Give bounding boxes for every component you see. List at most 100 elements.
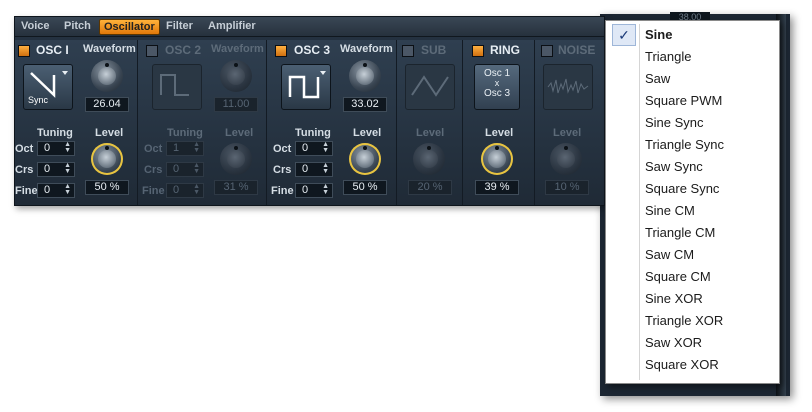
osc3-crs-spinner[interactable]: 0 ▲ ▼ bbox=[295, 162, 333, 177]
osc2-panel: OSC 2 Waveform 11.00 Tuning Level Oct Cr… bbox=[138, 40, 267, 205]
osc1-level-label: Level bbox=[95, 127, 124, 139]
osc1-tuning-label: Tuning bbox=[37, 127, 73, 139]
osc3-level-knob[interactable] bbox=[349, 143, 381, 175]
noise-waveform-display bbox=[543, 64, 593, 110]
menu-item-saw-xor[interactable]: Saw XOR bbox=[606, 332, 777, 353]
menu-item-square-pwm[interactable]: Square PWM bbox=[606, 90, 777, 111]
sub-level-value[interactable]: 20 % bbox=[408, 180, 452, 195]
square-wave-icon bbox=[288, 71, 326, 99]
noise-level-value[interactable]: 10 % bbox=[545, 180, 589, 195]
osc3-enable-toggle[interactable] bbox=[275, 45, 287, 57]
osc3-waveform-label: Waveform bbox=[340, 43, 393, 55]
osc2-enable-toggle[interactable] bbox=[146, 45, 158, 57]
sub-enable-toggle[interactable] bbox=[402, 45, 414, 57]
menu-item-saw[interactable]: Saw bbox=[606, 68, 777, 89]
noise-title: NOISE bbox=[558, 43, 596, 57]
ring-multiply-symbol: x bbox=[494, 78, 500, 88]
ring-level-label: Level bbox=[485, 127, 514, 139]
osc2-tuning-label: Tuning bbox=[167, 127, 203, 139]
osc2-fine-spinner[interactable]: 0 ▲ ▼ bbox=[166, 183, 204, 198]
osc3-tuning-label: Tuning bbox=[295, 127, 331, 139]
osc1-sync-label: Sync bbox=[28, 95, 49, 105]
noise-wave-icon bbox=[547, 78, 589, 94]
osc3-crs-label: Crs bbox=[273, 164, 292, 176]
noise-level-knob[interactable] bbox=[550, 143, 582, 175]
osc2-level-label: Level bbox=[225, 127, 254, 139]
osc2-crs-label: Crs bbox=[144, 164, 163, 176]
osc1-waveform-value[interactable]: 26.04 bbox=[85, 97, 129, 112]
osc2-waveform-knob[interactable] bbox=[220, 60, 252, 92]
osc1-waveform-selector[interactable]: Sync bbox=[23, 64, 73, 110]
ring-source-b: Osc 3 bbox=[483, 88, 511, 99]
osc2-level-knob[interactable] bbox=[220, 143, 252, 175]
osc1-fine-spinner[interactable]: 0 ▲ ▼ bbox=[37, 183, 75, 198]
osc1-waveform-knob[interactable] bbox=[91, 60, 123, 92]
osc3-waveform-value[interactable]: 33.02 bbox=[343, 97, 387, 112]
menu-item-saw-sync[interactable]: Saw Sync bbox=[606, 156, 777, 177]
osc3-fine-label: Fine bbox=[271, 185, 294, 197]
osc1-level-value[interactable]: 50 % bbox=[85, 180, 129, 195]
menu-item-sine-sync[interactable]: Sine Sync bbox=[606, 112, 777, 133]
osc2-crs-spinner[interactable]: 0 ▲ ▼ bbox=[166, 162, 204, 177]
ring-enable-toggle[interactable] bbox=[472, 45, 484, 57]
osc2-level-value[interactable]: 31 % bbox=[214, 180, 258, 195]
ring-level-value[interactable]: 39 % bbox=[475, 180, 519, 195]
osc1-fine-label: Fine bbox=[15, 185, 38, 197]
sub-level-label: Level bbox=[416, 127, 445, 139]
menu-item-square-sync[interactable]: Square Sync bbox=[606, 178, 777, 199]
menu-item-saw-cm[interactable]: Saw CM bbox=[606, 244, 777, 265]
menu-item-sine-cm[interactable]: Sine CM bbox=[606, 200, 777, 221]
menu-amplifier[interactable]: Amplifier bbox=[208, 20, 256, 32]
menu-filter[interactable]: Filter bbox=[166, 20, 193, 32]
sub-title: SUB bbox=[421, 43, 447, 57]
osc3-waveform-knob[interactable] bbox=[349, 60, 381, 92]
menu-oscillator[interactable]: Oscillator bbox=[99, 19, 160, 35]
osc1-crs-label: Crs bbox=[15, 164, 34, 176]
osc3-level-value[interactable]: 50 % bbox=[343, 180, 387, 195]
osc1-crs-spinner[interactable]: 0 ▲ ▼ bbox=[37, 162, 75, 177]
osc3-oct-label: Oct bbox=[273, 143, 292, 155]
noise-panel: NOISE Level 10 % bbox=[535, 40, 604, 205]
osc1-enable-toggle[interactable] bbox=[18, 45, 30, 57]
osc3-level-label: Level bbox=[353, 127, 382, 139]
noise-enable-toggle[interactable] bbox=[541, 45, 553, 57]
noise-level-label: Level bbox=[553, 127, 582, 139]
osc3-title: OSC 3 bbox=[294, 43, 331, 57]
osc3-fine-spinner[interactable]: 0 ▲ ▼ bbox=[295, 183, 333, 198]
menu-item-triangle-sync[interactable]: Triangle Sync bbox=[606, 134, 777, 155]
menu-voice[interactable]: Voice bbox=[21, 20, 50, 32]
osc1-level-knob[interactable] bbox=[91, 143, 123, 175]
osc1-title: OSC I bbox=[36, 43, 69, 57]
ring-level-knob[interactable] bbox=[481, 143, 513, 175]
sub-level-knob[interactable] bbox=[413, 143, 445, 175]
menu-item-triangle-xor[interactable]: Triangle XOR bbox=[606, 310, 777, 331]
triangle-wave-icon bbox=[411, 75, 449, 97]
osc2-waveform-value[interactable]: 11.00 bbox=[214, 97, 258, 112]
menu-item-triangle[interactable]: Triangle bbox=[606, 46, 777, 67]
ring-source-selector[interactable]: Osc 1 x Osc 3 bbox=[474, 64, 520, 110]
menu-item-sine-xor[interactable]: Sine XOR bbox=[606, 288, 777, 309]
osc1-waveform-label: Waveform bbox=[83, 43, 136, 55]
osc1-oct-spinner[interactable]: 0 ▲ ▼ bbox=[37, 141, 75, 156]
waveform-dropdown-menu: ✓ Sine Triangle Saw Square PWM Sine Sync… bbox=[605, 20, 780, 384]
sub-waveform-selector[interactable] bbox=[405, 64, 455, 110]
menu-item-square-xor[interactable]: Square XOR bbox=[606, 354, 777, 375]
osc1-oct-label: Oct bbox=[15, 143, 34, 155]
square-wave-icon bbox=[160, 74, 189, 96]
osc2-oct-label: Oct bbox=[144, 143, 163, 155]
osc2-title: OSC 2 bbox=[165, 43, 202, 57]
osc2-oct-spinner[interactable]: 1 ▲ ▼ bbox=[166, 141, 204, 156]
osc3-oct-spinner[interactable]: 0 ▲ ▼ bbox=[295, 141, 333, 156]
menu-item-sine[interactable]: Sine bbox=[606, 24, 777, 45]
synth-oscillator-window: Voice Pitch Oscillator Filter Amplifier … bbox=[14, 16, 605, 206]
osc3-waveform-selector[interactable] bbox=[281, 64, 331, 110]
osc2-waveform-selector[interactable] bbox=[152, 64, 202, 110]
menu-pitch[interactable]: Pitch bbox=[64, 20, 91, 32]
synth-menubar: Voice Pitch Oscillator Filter Amplifier bbox=[15, 17, 604, 37]
osc1-panel: OSC I Waveform Sync 26.04 Tuning Level O… bbox=[15, 40, 138, 205]
osc2-fine-label: Fine bbox=[142, 185, 165, 197]
menu-item-square-cm[interactable]: Square CM bbox=[606, 266, 777, 287]
sub-panel: SUB Level 20 % bbox=[397, 40, 463, 205]
ring-panel: RING Osc 1 x Osc 3 Level 39 % bbox=[463, 40, 535, 205]
menu-item-triangle-cm[interactable]: Triangle CM bbox=[606, 222, 777, 243]
